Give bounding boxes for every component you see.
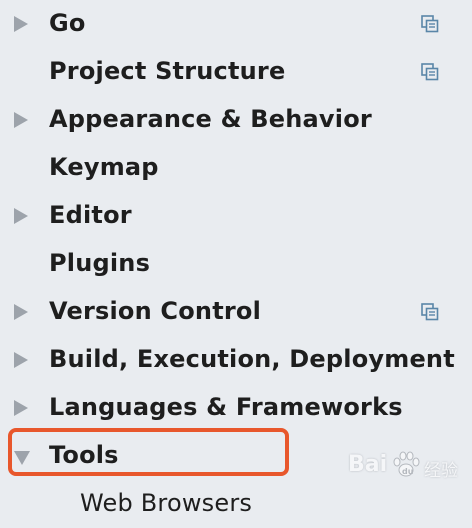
expand-arrow-icon[interactable]: [14, 352, 28, 368]
tree-item-web-browsers[interactable]: Web Browsers: [0, 480, 472, 528]
tree-item-go[interactable]: Go: [0, 0, 472, 48]
tree-item-editor[interactable]: Editor: [0, 192, 472, 240]
tree-item-label: Editor: [49, 201, 132, 229]
tree-item-label: Tools: [49, 441, 119, 469]
tree-item-project-structure[interactable]: Project Structure: [0, 48, 472, 96]
tree-item-label: Appearance & Behavior: [49, 105, 372, 133]
tree-item-label: Go: [49, 9, 86, 37]
expand-arrow-icon[interactable]: [14, 16, 28, 32]
expand-arrow-icon[interactable]: [14, 208, 28, 224]
tree-item-label: Build, Execution, Deployment: [49, 345, 455, 373]
tree-item-label: Version Control: [49, 297, 262, 325]
tree-item-build-execution-deployment[interactable]: Build, Execution, Deployment: [0, 336, 472, 384]
collapse-arrow-icon[interactable]: [14, 451, 30, 465]
tree-item-appearance-behavior[interactable]: Appearance & Behavior: [0, 96, 472, 144]
expand-arrow-icon[interactable]: [14, 304, 28, 320]
tree-item-tools[interactable]: Tools: [0, 432, 472, 480]
tree-item-label: Plugins: [49, 249, 151, 277]
tree-item-label: Web Browsers: [80, 489, 253, 517]
tree-item-plugins[interactable]: Plugins: [0, 240, 472, 288]
tree-item-label: Keymap: [49, 153, 159, 181]
expand-arrow-icon[interactable]: [14, 112, 28, 128]
project-level-icon: [421, 15, 439, 33]
tree-item-label: Project Structure: [49, 57, 286, 85]
project-level-icon: [421, 303, 439, 321]
tree-item-version-control[interactable]: Version Control: [0, 288, 472, 336]
tree-item-label: Languages & Frameworks: [49, 393, 403, 421]
settings-tree: Go Project Structure Appearance & Behavi…: [0, 0, 472, 517]
tree-item-keymap[interactable]: Keymap: [0, 144, 472, 192]
expand-arrow-icon[interactable]: [14, 400, 28, 416]
project-level-icon: [421, 63, 439, 81]
tree-item-languages-frameworks[interactable]: Languages & Frameworks: [0, 384, 472, 432]
